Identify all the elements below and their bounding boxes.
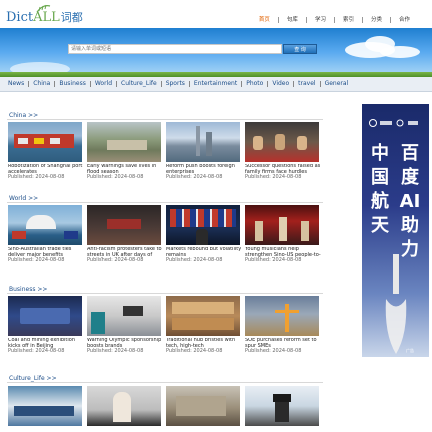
news-date: Published: 2024-08-08 — [8, 257, 65, 263]
section-divider — [7, 202, 323, 203]
side-advertisement[interactable]: 中国航天 百度AI助力 广告 — [362, 104, 429, 357]
news-thumbnail[interactable] — [245, 386, 319, 426]
nav-sports[interactable]: Sports — [160, 81, 189, 87]
news-thumbnail[interactable] — [8, 386, 82, 426]
news-thumbnail[interactable] — [245, 296, 319, 336]
ad-headline-right: 百度AI助力 — [399, 143, 421, 260]
category-nav: News China Business World Culture_Life S… — [0, 77, 432, 92]
nav-video[interactable]: Video — [267, 81, 293, 87]
news-thumbnail[interactable] — [166, 122, 240, 162]
ad-tag: 广告 — [406, 348, 414, 353]
logo-leaf-icon — [36, 4, 51, 13]
news-date: Published: 2024-08-08 — [8, 174, 65, 180]
news-date: Published: 2024-08-08 — [245, 257, 302, 263]
news-thumbnail[interactable] — [166, 205, 240, 245]
nav-world[interactable]: World — [89, 81, 116, 87]
news-card[interactable]: Anti-racism protesters take to streets i… — [87, 205, 163, 264]
news-date: Published: 2024-08-08 — [166, 174, 223, 180]
top-bar: Dict ALL 词都 首页 句库 学习 索引 分类 合作 — [0, 0, 432, 28]
nav-travel[interactable]: travel — [293, 81, 319, 87]
search-button[interactable]: 查 询 — [283, 44, 317, 54]
news-card[interactable]: Traditional hub bristles with tech, high… — [166, 296, 242, 355]
news-thumbnail[interactable] — [245, 122, 319, 162]
topnav-index[interactable]: 索引 — [333, 17, 362, 23]
news-date: Published: 2024-08-08 — [166, 348, 223, 354]
news-card[interactable]: Reform push boosts foreign enterprises P… — [166, 122, 242, 181]
section-title-culture-life[interactable]: Culture_Life >> — [9, 375, 57, 382]
cloud-shape — [10, 62, 70, 72]
news-card[interactable]: Robotization of Shanghai port accelerate… — [8, 122, 84, 181]
header-banner: 查 询 — [0, 28, 432, 72]
nav-business[interactable]: Business — [54, 81, 89, 87]
nav-culture-life[interactable]: Culture_Life — [116, 81, 161, 87]
news-date: Published: 2024-08-08 — [245, 348, 302, 354]
rocket-icon — [385, 254, 407, 354]
news-card[interactable]: SOE purchases reform set to spur SMEs Pu… — [245, 296, 321, 355]
topnav-cooperate[interactable]: 合作 — [389, 17, 418, 23]
news-thumbnail[interactable] — [166, 296, 240, 336]
section-divider — [7, 119, 323, 120]
search-button-label: 查 询 — [294, 46, 306, 53]
news-thumbnail[interactable] — [166, 386, 240, 426]
nav-news[interactable]: News — [4, 81, 28, 87]
logo-text-dict: Dict — [6, 10, 34, 25]
ad-logos — [368, 118, 422, 129]
section-title-business[interactable]: Business >> — [9, 286, 47, 293]
news-thumbnail[interactable] — [87, 205, 161, 245]
ad-logo-icon — [369, 119, 418, 127]
news-card[interactable]: Warning Olympic sponsorship boosts brand… — [87, 296, 163, 355]
nav-general[interactable]: General — [319, 81, 353, 87]
news-date: Published: 2024-08-08 — [166, 257, 223, 263]
nav-china[interactable]: China — [28, 81, 54, 87]
topnav-home[interactable]: 首页 — [251, 17, 278, 23]
news-card[interactable] — [8, 386, 84, 426]
news-date: Published: 2024-08-08 — [87, 174, 144, 180]
search-field[interactable] — [68, 44, 282, 54]
top-nav: 首页 句库 学习 索引 分类 合作 — [251, 17, 418, 23]
nav-photo[interactable]: Photo — [241, 81, 267, 87]
news-thumbnail[interactable] — [87, 386, 161, 426]
news-card[interactable]: Successor questions raised as family fir… — [245, 122, 321, 181]
news-date: Published: 2024-08-08 — [87, 348, 144, 354]
section-title-china[interactable]: China >> — [9, 112, 38, 119]
news-thumbnail[interactable] — [8, 122, 82, 162]
news-card[interactable]: Young musicians help strengthen Sino-US … — [245, 205, 321, 264]
news-date: Published: 2024-08-08 — [8, 348, 65, 354]
logo-text-cn: 词都 — [60, 11, 83, 24]
search-input[interactable] — [69, 45, 281, 53]
news-card[interactable]: Markets rebound but volatility remains P… — [166, 205, 242, 264]
news-card[interactable] — [166, 386, 242, 426]
news-card[interactable]: Sino-Australian trade ties deliver major… — [8, 205, 84, 264]
ad-headline-left: 中国航天 — [371, 143, 389, 236]
news-card[interactable]: Coal and mining exhibition kicks off in … — [8, 296, 84, 355]
topnav-sentences[interactable]: 句库 — [277, 17, 306, 23]
news-date: Published: 2024-08-08 — [87, 257, 144, 263]
section-title-world[interactable]: World >> — [9, 195, 38, 202]
news-thumbnail[interactable] — [87, 296, 161, 336]
news-date: Published: 2024-08-08 — [245, 174, 302, 180]
news-thumbnail[interactable] — [8, 296, 82, 336]
news-card[interactable] — [87, 386, 163, 426]
news-card[interactable] — [245, 386, 321, 426]
topnav-learn[interactable]: 学习 — [305, 17, 334, 23]
topnav-category[interactable]: 分类 — [361, 17, 390, 23]
news-thumbnail[interactable] — [245, 205, 319, 245]
news-card[interactable]: Early warnings save lives in flood seaso… — [87, 122, 163, 181]
section-divider — [7, 293, 323, 294]
section-divider — [7, 382, 323, 383]
news-thumbnail[interactable] — [8, 205, 82, 245]
nav-entertainment[interactable]: Entertainment — [188, 81, 241, 87]
news-thumbnail[interactable] — [87, 122, 161, 162]
cloud-shape — [380, 46, 420, 58]
